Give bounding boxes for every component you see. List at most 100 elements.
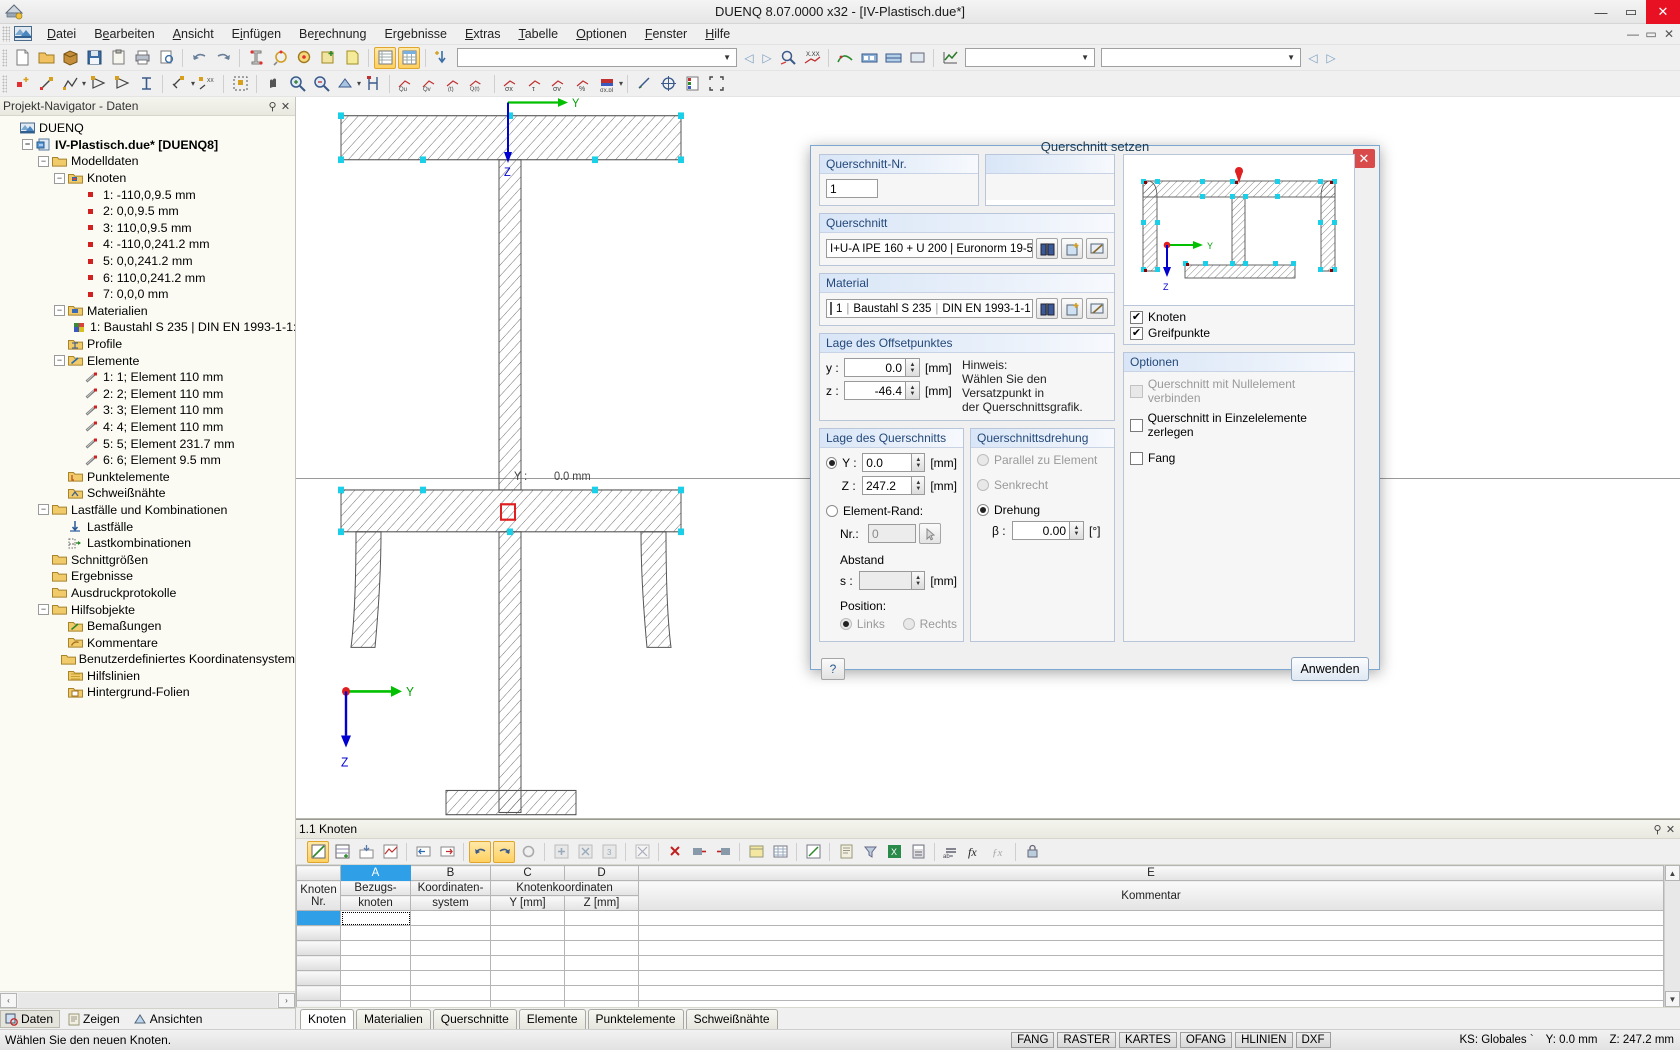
table-row[interactable]	[296, 910, 1664, 926]
cell-kommentar[interactable]	[638, 940, 1664, 956]
column-letter-A[interactable]: A	[340, 865, 411, 881]
new-file-icon[interactable]	[11, 47, 33, 69]
column-letter-C[interactable]: C	[490, 865, 565, 881]
qu-icon[interactable]: Qu	[395, 73, 417, 95]
section-edit-icon[interactable]	[245, 47, 267, 69]
table-add-icon[interactable]	[550, 841, 572, 863]
sigma-v-icon[interactable]: σv	[548, 73, 570, 95]
scroll-track[interactable]	[1665, 881, 1680, 991]
table-clear-icon[interactable]	[631, 841, 653, 863]
dialog-close-button[interactable]: ✕	[1353, 149, 1375, 168]
redo-icon[interactable]	[212, 47, 234, 69]
tree-expander-icon[interactable]: −	[38, 604, 49, 616]
table-next-icon[interactable]	[436, 841, 458, 863]
tree-item[interactable]: Schweißnähte	[2, 485, 295, 502]
new-node-icon[interactable]	[11, 73, 33, 95]
cell-koordinatensystem[interactable]	[410, 910, 491, 926]
tree-item[interactable]: Kommentare	[2, 634, 295, 651]
option-row[interactable]: Querschnitt mit Nullelement verbinden	[1130, 377, 1348, 405]
results-curve-icon[interactable]	[834, 47, 856, 69]
menubar-grip[interactable]	[2, 26, 10, 42]
render-icon[interactable]	[858, 47, 880, 69]
tree-item[interactable]: Punktelemente	[2, 468, 295, 485]
cell-y[interactable]	[490, 970, 565, 986]
tree-item[interactable]: Lastfälle	[2, 518, 295, 535]
table-row-empty[interactable]	[296, 985, 1664, 1001]
table-grid[interactable]: A B C D E Knoten Nr. Bezugs- Koordinaten- Knotenk…	[296, 865, 1664, 1007]
cell-bezugsknoten[interactable]	[340, 955, 411, 971]
dropdown-arrow-icon[interactable]: ▾	[82, 79, 86, 88]
table-refresh-icon[interactable]	[517, 841, 539, 863]
pan-hand-icon[interactable]	[262, 73, 284, 95]
scroll-left-button[interactable]: ‹	[0, 992, 17, 1008]
row-header[interactable]	[296, 925, 341, 941]
close-icon[interactable]: ✕	[279, 100, 292, 113]
tree-item[interactable]: 6: 6; Element 9.5 mm	[2, 452, 295, 469]
status-toggle-kartes[interactable]: KARTES	[1119, 1032, 1177, 1048]
package-icon[interactable]	[59, 47, 81, 69]
mdi-restore-button[interactable]: ▭	[1642, 27, 1660, 41]
menu-item-hilfe[interactable]: Hilfe	[696, 25, 739, 43]
tree-item[interactable]: − Hilfsobjekte	[2, 601, 295, 618]
table-tab-elemente[interactable]: Elemente	[518, 1009, 586, 1029]
table-ab-icon[interactable]: ab=	[940, 841, 962, 863]
tree-item[interactable]: Profile	[2, 336, 295, 353]
sigma-pl-icon[interactable]: σx,pl	[596, 73, 618, 95]
cell-y[interactable]	[490, 940, 565, 956]
table-tab-querschnitte[interactable]: Querschnitte	[432, 1009, 517, 1029]
select-region-icon[interactable]	[229, 73, 251, 95]
tree-item[interactable]: Hintergrund-Folien	[2, 684, 295, 701]
section-input[interactable]: I+U-A IPE 160 + U 200 | Euronorm 19-57 +…	[826, 239, 1033, 258]
status-toggle-hlinien[interactable]: HLINIEN	[1235, 1032, 1293, 1048]
table-grid-icon[interactable]	[398, 46, 420, 69]
table-tab-schweißnähte[interactable]: Schweißnähte	[685, 1009, 778, 1029]
position-left-radio[interactable]	[840, 618, 852, 630]
mirror-icon[interactable]: XX	[196, 73, 218, 95]
rotation-beta-spinner[interactable]: ▲ ▼	[1070, 521, 1084, 540]
tau-icon[interactable]: τ	[524, 73, 546, 95]
qv-icon[interactable]: Qv	[419, 73, 441, 95]
view-next-button[interactable]: ▷	[1322, 51, 1340, 65]
pin-icon[interactable]: ⚲	[266, 100, 279, 113]
edit-icon[interactable]	[1086, 298, 1108, 319]
new-arc-2-icon[interactable]	[111, 73, 133, 95]
menu-item-ansicht[interactable]: Ansicht	[164, 25, 223, 43]
table-function-icon[interactable]: fx	[964, 841, 986, 863]
status-toggle-raster[interactable]: RASTER	[1057, 1032, 1117, 1048]
option-checkbox[interactable]	[1130, 451, 1143, 465]
rotation-perpendicular-radio[interactable]	[977, 479, 989, 491]
minimize-button[interactable]: —	[1586, 0, 1616, 24]
scale-xx-icon[interactable]: X.XX	[801, 47, 823, 69]
mdi-close-button[interactable]: ✕	[1660, 27, 1678, 41]
offset-z-spinner[interactable]: ▲ ▼	[906, 381, 920, 400]
insert-load-icon[interactable]	[431, 47, 453, 69]
rotation-beta-input[interactable]: 0.00	[1012, 521, 1070, 540]
apply-button[interactable]: Anwenden	[1291, 657, 1369, 681]
preview-nodes-row[interactable]: ✔ Knoten	[1130, 310, 1348, 324]
row-header[interactable]	[296, 955, 341, 971]
menu-item-optionen[interactable]: Optionen	[567, 25, 636, 43]
new-polyline-icon[interactable]	[59, 73, 81, 95]
menu-item-ergebnisse[interactable]: Ergebnisse	[375, 25, 456, 43]
new-line-icon[interactable]	[35, 73, 57, 95]
column-letter-E[interactable]: E	[638, 865, 1664, 881]
table-insert-left-icon[interactable]	[688, 841, 710, 863]
scroll-track[interactable]	[18, 992, 277, 1008]
table-excel-icon[interactable]: X	[883, 841, 905, 863]
table-edit-icon[interactable]	[307, 840, 329, 863]
table-filter-icon[interactable]	[859, 841, 881, 863]
graph-combo[interactable]: ▼	[965, 48, 1095, 67]
cell-koordinatensystem[interactable]	[410, 925, 491, 941]
material-combo[interactable]: 1 | Baustahl S 235 | DIN EN 1993-1-1 ⌄	[826, 299, 1033, 318]
view-combo[interactable]: ▼	[1101, 48, 1301, 67]
cell-kommentar[interactable]	[638, 910, 1664, 926]
measure-icon[interactable]	[633, 73, 655, 95]
table-row[interactable]	[296, 940, 1664, 956]
table-report-icon[interactable]	[835, 841, 857, 863]
pick-icon[interactable]	[919, 523, 941, 544]
tree-item[interactable]: − IV-Plastisch.due* [DUENQ8]	[2, 137, 295, 154]
cell-koordinatensystem[interactable]	[410, 970, 491, 986]
cell-koordinatensystem[interactable]	[410, 940, 491, 956]
center-target-icon[interactable]	[657, 73, 679, 95]
move-icon[interactable]	[168, 73, 190, 95]
